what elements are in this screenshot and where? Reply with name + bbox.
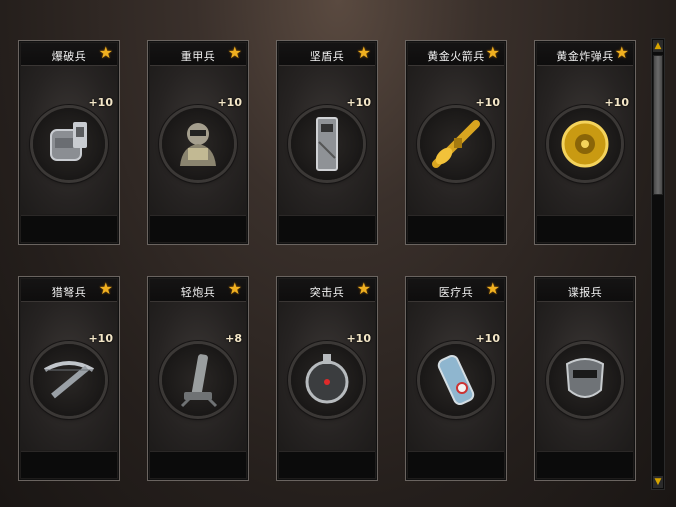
card-header: 重甲兵 ★ [150,43,246,66]
card-header: 猎弩兵 ★ [21,279,117,302]
card-header: 医疗兵 ★ [408,279,504,302]
unit-card-demolition[interactable]: 爆破兵 ★ +10 [18,40,120,245]
star-icon: ★ [356,279,371,298]
star-icon: ★ [98,43,113,62]
card-footer [21,215,117,242]
card-header: 坚盾兵 ★ [279,43,375,66]
spy-mask-icon [549,344,621,416]
card-footer [408,215,504,242]
card-footer [537,215,633,242]
assault-scope-icon [291,344,363,416]
unit-card-gold-rocket[interactable]: 黄金火箭兵 ★ +10 [405,40,507,245]
star-icon: ★ [485,43,500,62]
unit-card-medic[interactable]: 医疗兵 ★ +10 [405,276,507,481]
star-icon: ★ [227,279,242,298]
star-icon: ★ [227,43,242,62]
star-icon: ★ [485,279,500,298]
unit-card-assault[interactable]: 突击兵 ★ +10 [276,276,378,481]
card-header: 轻炮兵 ★ [150,279,246,302]
card-body: +10 [21,66,117,236]
unit-card-light-artillery[interactable]: 轻炮兵 ★ +8 [147,276,249,481]
card-body: +10 [408,66,504,236]
card-body: +10 [279,66,375,236]
star-icon: ★ [614,43,629,62]
scroll-thumb[interactable] [653,55,663,195]
gold-bomb-icon [549,108,621,180]
unit-name: 谍报兵 [567,286,603,299]
card-footer [408,451,504,478]
crossbow-icon [33,344,105,416]
card-footer [21,451,117,478]
card-footer [279,215,375,242]
demolition-vest-icon [33,108,105,180]
riot-shield-icon [291,108,363,180]
card-header: 谍报兵 [537,279,633,302]
mortar-icon [162,344,234,416]
medic-canister-icon [420,344,492,416]
card-footer [150,215,246,242]
card-body: +10 [21,302,117,472]
unit-card-heavy-armor[interactable]: 重甲兵 ★ +10 [147,40,249,245]
card-header: 爆破兵 ★ [21,43,117,66]
heavy-armor-soldier-icon [162,108,234,180]
card-footer [150,451,246,478]
gold-rocket-launcher-icon [420,108,492,180]
unit-card-shield[interactable]: 坚盾兵 ★ +10 [276,40,378,245]
card-body: +10 [150,66,246,236]
card-body: +10 [537,66,633,236]
unit-card-grid: 爆破兵 ★ +10 重甲兵 ★ +10 坚盾兵 ★ +10 黄金火箭兵 ★ +1… [0,0,650,507]
card-body: +10 [279,302,375,472]
scroll-down-icon[interactable]: ▼ [653,476,663,488]
star-icon: ★ [356,43,371,62]
unit-card-spy[interactable]: 谍报兵 [534,276,636,481]
unit-card-gold-bomb[interactable]: 黄金炸弹兵 ★ +10 [534,40,636,245]
card-header: 黄金炸弹兵 ★ [537,43,633,66]
card-footer [537,451,633,478]
scroll-up-icon[interactable]: ▲ [653,40,663,52]
card-body [537,302,633,472]
card-body: +8 [150,302,246,472]
star-icon: ★ [98,279,113,298]
card-header: 突击兵 ★ [279,279,375,302]
card-header: 黄金火箭兵 ★ [408,43,504,66]
card-body: +10 [408,302,504,472]
vertical-scrollbar[interactable]: ▲ ▼ [651,38,665,490]
card-footer [279,451,375,478]
unit-card-crossbow[interactable]: 猎弩兵 ★ +10 [18,276,120,481]
